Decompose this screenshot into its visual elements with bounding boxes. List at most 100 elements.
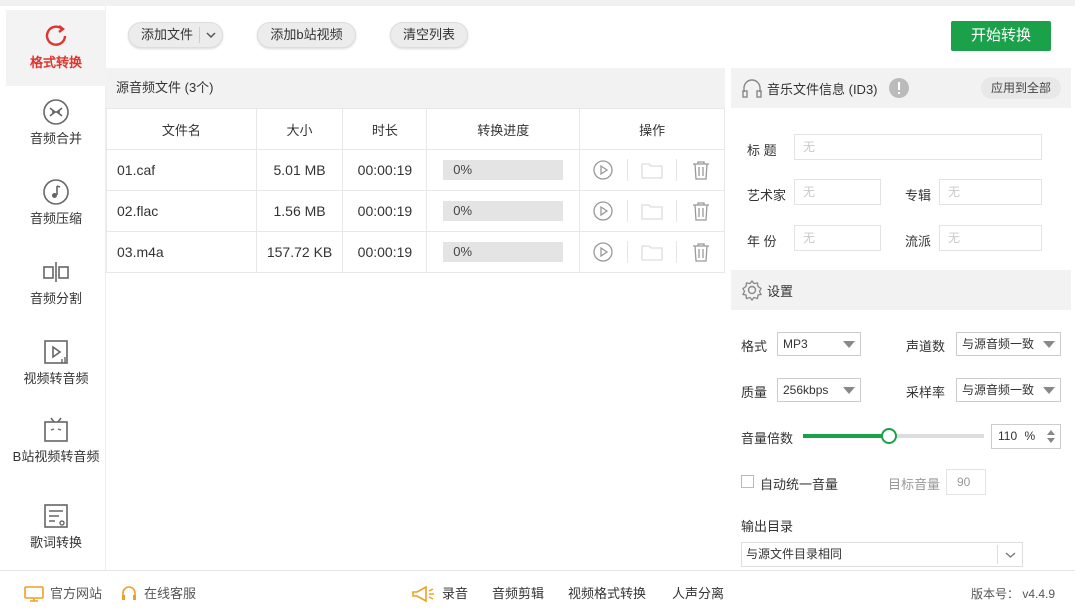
column-header-size: 大小 <box>255 108 344 150</box>
website-link[interactable]: 官方网站 <box>24 571 102 616</box>
version-label: 版本号： v4.4.9 <box>971 587 1056 601</box>
apply-to-all-button[interactable]: 应用到全部 <box>980 77 1061 99</box>
video-convert-link[interactable]: 视频格式转换 <box>568 571 646 616</box>
id3-title: 音乐文件信息 (ID3) <box>767 81 878 97</box>
chevron-down-icon[interactable] <box>206 31 216 39</box>
actions-cell <box>579 231 725 273</box>
table-header-row: 文件名 大小 时长 转换进度 操作 <box>106 108 725 150</box>
volume-label: 音量倍数 <box>741 431 794 446</box>
clear-list-button[interactable]: 清空列表 <box>390 22 468 48</box>
version-info: 版本号： v4.4.9 <box>971 571 1055 616</box>
website-label: 官方网站 <box>50 586 103 601</box>
trash-icon[interactable] <box>690 159 712 181</box>
start-convert-label: 开始转换 <box>970 27 1031 44</box>
genre-field[interactable]: 无 <box>939 225 1042 251</box>
play-icon[interactable] <box>592 200 614 222</box>
divider <box>676 159 678 181</box>
vocal-split-label: 人声分离 <box>672 586 725 601</box>
vocal-split-link[interactable]: 人声分离 <box>672 571 724 616</box>
sidebar-item-video-to-audio[interactable]: 视频转音频 <box>6 338 106 404</box>
start-convert-button[interactable]: 开始转换 <box>951 21 1051 51</box>
auto-normalize-checkbox[interactable] <box>741 475 754 488</box>
format-select[interactable]: MP3 <box>777 332 861 356</box>
samplerate-select[interactable]: 与源音频一致 <box>956 378 1061 402</box>
spin-arrows-icon[interactable] <box>1046 428 1056 445</box>
bilibili-tv-icon <box>44 417 68 442</box>
file-duration: 00:00:19 <box>342 149 428 191</box>
sidebar-item-audio-split[interactable]: 音频分割 <box>6 258 106 324</box>
album-field[interactable]: 无 <box>939 179 1042 205</box>
sidebar-item-label: B站视频转音频 <box>12 449 100 464</box>
chevron-down-icon <box>1043 341 1055 348</box>
info-warning-icon[interactable] <box>888 77 910 99</box>
output-dir-select[interactable]: 与源文件目录相同 <box>741 542 1023 567</box>
format-label: 格式 <box>741 339 768 354</box>
volume-value: 110 <box>998 429 1018 443</box>
divider <box>676 200 678 222</box>
samplerate-value: 与源音频一致 <box>962 383 1035 397</box>
chevron-down-icon <box>1005 552 1016 558</box>
channels-select[interactable]: 与源音频一致 <box>956 332 1061 356</box>
volume-unit: % <box>1024 429 1036 443</box>
volume-input[interactable]: 110 % <box>991 424 1061 449</box>
audio-edit-link[interactable]: 音频剪辑 <box>492 571 544 616</box>
split-icon <box>43 262 69 282</box>
add-bilibili-video-button[interactable]: 添加b站视频 <box>257 22 356 48</box>
footer-bar: 官方网站 在线客服 录音 音频剪辑 视频格式转换 人声分离 版本号： v4.4.… <box>0 570 1075 616</box>
title-field[interactable]: 无 <box>794 134 1042 160</box>
refresh-icon <box>45 25 67 46</box>
folder-icon[interactable] <box>640 201 664 221</box>
settings-title: 设置 <box>767 283 794 299</box>
channels-label: 声道数 <box>906 339 946 354</box>
trash-icon[interactable] <box>690 200 712 222</box>
file-count-title: 源音频文件 (3个) <box>116 80 214 95</box>
quality-value: 256kbps <box>783 383 829 397</box>
progress-bar: 0% <box>443 201 564 221</box>
folder-icon[interactable] <box>640 160 664 180</box>
add-file-label: 添加文件 <box>141 27 194 42</box>
add-file-button[interactable]: 添加文件 <box>128 22 223 48</box>
record-link[interactable]: 录音 <box>410 571 468 616</box>
file-list-header: 源音频文件 (3个) <box>106 68 725 108</box>
trash-icon[interactable] <box>690 241 712 263</box>
support-link[interactable]: 在线客服 <box>120 571 196 616</box>
sidebar-item-lyrics-convert[interactable]: 歌词转换 <box>6 502 106 562</box>
table-row[interactable]: 02.flac 1.56 MB 00:00:19 0% <box>106 190 725 232</box>
output-dir-label: 输出目录 <box>741 519 794 534</box>
album-field-label: 专辑 <box>905 188 932 203</box>
megaphone-icon <box>412 585 434 603</box>
title-field-label: 标 题 <box>747 143 777 158</box>
lyrics-icon <box>44 504 68 528</box>
support-label: 在线客服 <box>144 586 197 601</box>
file-name: 01.caf <box>106 149 257 191</box>
quality-label: 质量 <box>741 385 768 400</box>
table-row[interactable]: 03.m4a 157.72 KB 00:00:19 0% <box>106 231 725 273</box>
sidebar-item-audio-merge[interactable]: 音频合并 <box>6 98 106 164</box>
target-volume-label: 目标音量 <box>888 477 941 492</box>
quality-select[interactable]: 256kbps <box>777 378 861 402</box>
file-name: 03.m4a <box>106 231 257 273</box>
file-size: 5.01 MB <box>255 149 344 191</box>
column-header-filename: 文件名 <box>106 108 257 150</box>
folder-icon[interactable] <box>640 242 664 262</box>
progress-cell: 0% <box>426 190 581 232</box>
table-row[interactable]: 01.caf 5.01 MB 00:00:19 0% <box>106 149 725 191</box>
target-volume-input[interactable]: 90 <box>946 469 986 495</box>
file-size: 1.56 MB <box>255 190 344 232</box>
samplerate-label: 采样率 <box>906 385 946 400</box>
sidebar-item-label: 音频压缩 <box>29 211 82 226</box>
play-icon[interactable] <box>592 241 614 263</box>
volume-slider-thumb[interactable] <box>881 428 897 444</box>
column-header-duration: 时长 <box>342 108 428 150</box>
year-field[interactable]: 无 <box>794 225 881 251</box>
sidebar-item-bilibili-to-audio[interactable]: B站视频转音频 <box>6 416 106 494</box>
artist-field[interactable]: 无 <box>794 179 881 205</box>
play-icon[interactable] <box>592 159 614 181</box>
year-field-label: 年 份 <box>747 234 777 249</box>
progress-bar: 0% <box>443 242 564 262</box>
file-table: 文件名 大小 时长 转换进度 操作 01.caf 5.01 MB 00:00:1… <box>106 108 725 273</box>
volume-slider-track[interactable] <box>803 428 984 444</box>
sidebar-item-audio-compress[interactable]: 音频压缩 <box>6 178 106 244</box>
audio-edit-label: 音频剪辑 <box>492 586 545 601</box>
sidebar-item-format-convert[interactable]: 格式转换 <box>6 10 106 86</box>
